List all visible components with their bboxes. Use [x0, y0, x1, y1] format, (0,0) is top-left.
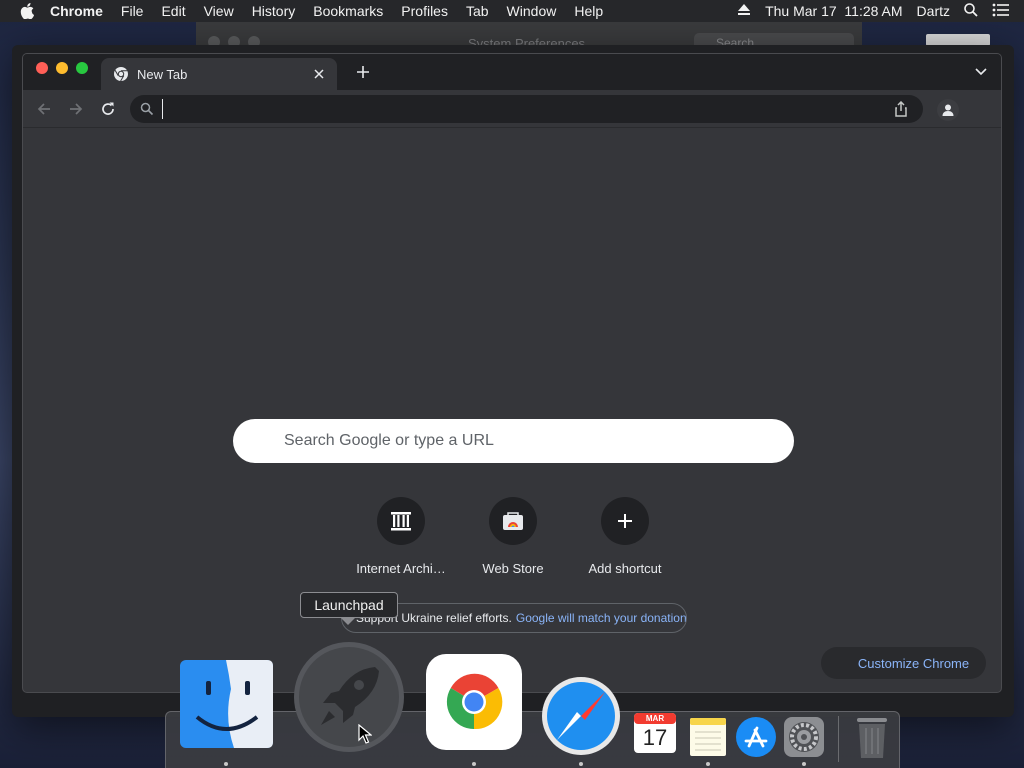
running-indicator: [472, 762, 476, 766]
menu-edit[interactable]: Edit: [161, 3, 185, 19]
trash-icon: [857, 718, 887, 758]
user-name[interactable]: Dartz: [917, 3, 950, 19]
tab-new-tab[interactable]: New Tab: [101, 58, 337, 90]
close-tab-icon[interactable]: [311, 66, 327, 82]
menu-bar-extras: Thu Mar 17 11:28 AM Dartz: [737, 0, 1024, 22]
address-input[interactable]: [162, 99, 852, 119]
shortcut-label: Internet Archi…: [356, 561, 446, 576]
menu-profiles[interactable]: Profiles: [401, 3, 448, 19]
archive-icon: [377, 497, 425, 545]
dock-item-app-store[interactable]: [735, 716, 777, 763]
menu-tab[interactable]: Tab: [466, 3, 489, 19]
reload-icon[interactable]: [99, 100, 117, 118]
system-preferences-icon: [784, 717, 824, 757]
shortcut-internet-archive[interactable]: Internet Archi…: [345, 497, 457, 576]
promo-link[interactable]: Google will match your donation: [516, 611, 686, 625]
share-icon[interactable]: [893, 101, 909, 117]
browser-toolbar: [23, 90, 1001, 128]
menu-file[interactable]: File: [121, 3, 144, 19]
dock-item-notes[interactable]: [688, 716, 728, 763]
menu-app-name[interactable]: Chrome: [50, 3, 103, 19]
dock-item-finder[interactable]: [179, 659, 274, 754]
web-store-icon: [489, 497, 537, 545]
tab-search-chevron-down-icon[interactable]: [973, 64, 989, 80]
chrome-favicon-icon: [114, 67, 128, 82]
dock-item-safari[interactable]: [541, 676, 621, 761]
apple-menu-icon[interactable]: [18, 2, 36, 20]
tab-strip: New Tab: [23, 54, 1001, 90]
menu-help[interactable]: Help: [574, 3, 603, 19]
dock-item-launchpad[interactable]: [293, 641, 405, 758]
menu-bar: Chrome File Edit View History Bookmarks …: [0, 0, 1024, 22]
search-icon: [140, 102, 154, 116]
running-indicator: [579, 762, 583, 766]
mouse-cursor-icon: [358, 723, 373, 749]
browser-frame: New Tab Search Google or type a URL Inte…: [22, 53, 1002, 693]
zoom-window-button[interactable]: [76, 62, 88, 74]
clock[interactable]: Thu Mar 17 11:28 AM: [765, 3, 902, 19]
chrome-window: New Tab Search Google or type a URL Inte…: [12, 45, 1014, 717]
back-arrow-icon[interactable]: [35, 100, 53, 118]
eject-icon[interactable]: [737, 3, 751, 19]
add-shortcut-button[interactable]: Add shortcut: [569, 497, 681, 576]
running-indicator: [224, 762, 228, 766]
close-window-button[interactable]: [36, 62, 48, 74]
omnibox[interactable]: [130, 95, 923, 123]
dock-tooltip: Launchpad: [300, 592, 398, 618]
running-indicator: [706, 762, 710, 766]
dock-separator: [838, 716, 839, 762]
app-store-icon: [736, 717, 776, 757]
plus-icon: [601, 497, 649, 545]
menu-history[interactable]: History: [252, 3, 296, 19]
window-controls: [36, 62, 88, 74]
tooltip-arrow: [340, 617, 356, 625]
finder-icon: [180, 660, 273, 748]
forward-arrow-icon[interactable]: [67, 100, 85, 118]
profile-avatar-icon[interactable]: [937, 99, 959, 121]
google-search-box[interactable]: Search Google or type a URL: [233, 419, 794, 463]
dock-item-calendar[interactable]: MAR 17: [633, 711, 677, 760]
menu-bookmarks[interactable]: Bookmarks: [313, 3, 383, 19]
shortcut-label: Add shortcut: [588, 561, 662, 576]
launchpad-icon: [294, 642, 404, 752]
running-indicator: [802, 762, 806, 766]
spotlight-search-icon[interactable]: [964, 2, 978, 20]
customize-chrome-button[interactable]: Customize Chrome: [821, 647, 986, 679]
menu-window[interactable]: Window: [507, 3, 557, 19]
dock-item-system-preferences[interactable]: [782, 716, 826, 763]
calendar-day: 17: [642, 725, 668, 750]
notification-center-icon[interactable]: [992, 3, 1010, 20]
safari-icon: [542, 677, 620, 755]
new-tab-plus-icon[interactable]: [353, 62, 373, 82]
minimize-window-button[interactable]: [56, 62, 68, 74]
calendar-month: MAR: [645, 714, 665, 723]
chrome-icon: [426, 654, 522, 750]
menu-view[interactable]: View: [204, 3, 234, 19]
tab-title: New Tab: [137, 66, 188, 82]
shortcut-label: Web Store: [482, 561, 544, 576]
notes-icon: [690, 718, 726, 756]
dock-item-trash[interactable]: [853, 716, 891, 765]
dock-item-chrome[interactable]: [426, 654, 522, 755]
shortcut-web-store[interactable]: Web Store: [457, 497, 569, 576]
